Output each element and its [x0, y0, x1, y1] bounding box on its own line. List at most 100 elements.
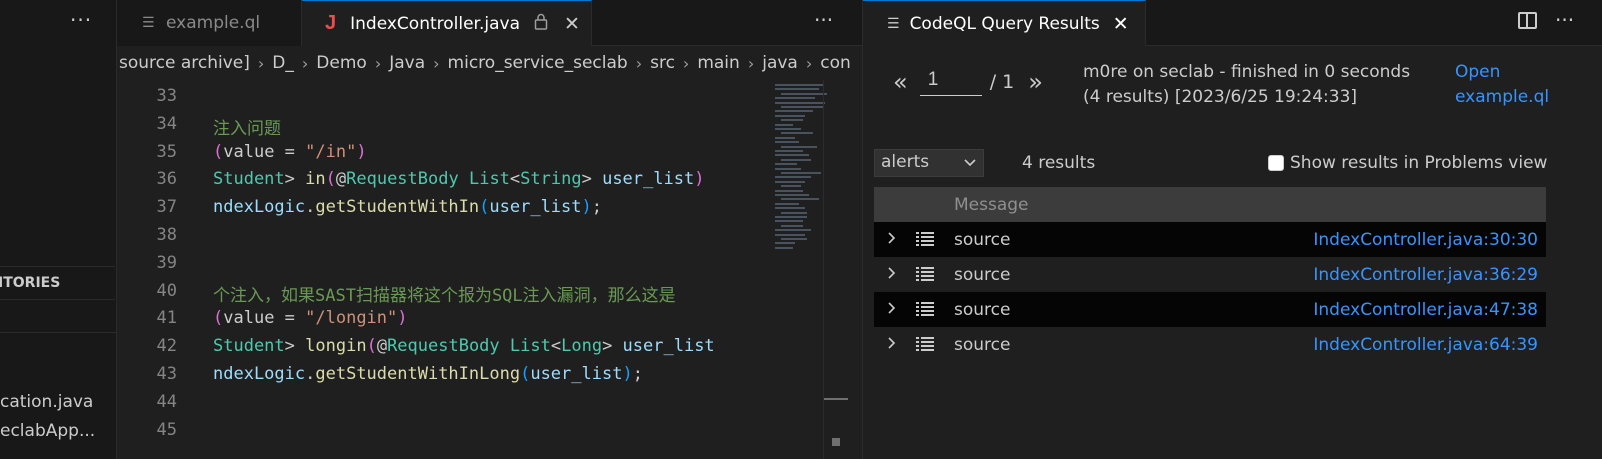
open-query-link-line[interactable]: Open	[1455, 60, 1549, 85]
code-line[interactable]: 34 注入问题	[117, 114, 772, 142]
table-row[interactable]: source IndexController.java:47:38	[874, 292, 1546, 327]
result-location-link[interactable]: IndexController.java:64:39	[1313, 335, 1538, 355]
breadcrumb-item[interactable]: micro_service_seclab	[448, 53, 628, 73]
preview-icon: ☰	[887, 15, 900, 32]
code-token: )	[694, 169, 705, 190]
code-line[interactable]: 33	[117, 86, 772, 114]
breadcrumb-item[interactable]: java	[762, 53, 798, 73]
editor-vertical-scrollbar[interactable]	[823, 80, 863, 459]
query-status-line: (4 results) [2023/6/25 19:24:33]	[1083, 87, 1358, 107]
line-number: 36	[156, 169, 177, 190]
breadcrumb-item[interactable]: Java	[389, 53, 425, 73]
sidebar-more-icon[interactable]: ···	[70, 8, 92, 32]
show-in-problems-toggle[interactable]: Show results in Problems view	[1268, 153, 1547, 173]
code-lines[interactable]: 33 34 注入问题 35 (value = "/in") 36 Student> in(@…	[117, 86, 772, 459]
code-line[interactable]: 35 (value = "/in")	[117, 142, 772, 170]
page-total: / 1	[989, 71, 1015, 93]
result-location-link[interactable]: IndexController.java:47:38	[1313, 300, 1538, 320]
minimap-line	[775, 167, 801, 170]
table-row[interactable]: source IndexController.java:64:39	[874, 327, 1546, 362]
line-text: Student> longin(@RequestBody List<Long> …	[213, 336, 715, 356]
code-token: @	[335, 169, 347, 190]
code-token: (	[479, 197, 490, 218]
code-line[interactable]: 41 (value = "/longin")	[117, 308, 772, 336]
breadcrumb-item[interactable]: source archive]	[119, 53, 250, 73]
code-line[interactable]: 37 ndexLogic.getStudentWithIn(user_list);	[117, 197, 772, 225]
sidebar-section-header[interactable]: ITORIES	[0, 266, 115, 300]
code-token: getStudentWithInLong	[315, 364, 521, 384]
chevron-right-icon[interactable]	[886, 265, 898, 285]
chevron-right-icon[interactable]	[886, 230, 898, 250]
next-page-icon[interactable]: »	[1028, 68, 1043, 96]
tab-codeql-query-results[interactable]: ☰ CodeQL Query Results ✕	[863, 0, 1146, 46]
result-location-link[interactable]: IndexController.java:30:30	[1313, 230, 1538, 250]
open-query-link[interactable]: Open example.ql	[1455, 60, 1549, 110]
minimap-line	[775, 216, 807, 218]
code-line[interactable]: 39	[117, 253, 772, 281]
code-line[interactable]: 40 个注入，如果SAST扫描器将这个报为SQL注入漏洞，那么这是	[117, 281, 772, 309]
tab-label: IndexController.java	[350, 13, 521, 34]
minimap-line	[781, 119, 803, 122]
code-line[interactable]: 42 Student> longin(@RequestBody List<Long…	[117, 336, 772, 364]
tab-index-controller[interactable]: J IndexController.java ✕	[302, 0, 592, 46]
open-query-link-line[interactable]: example.ql	[1455, 85, 1549, 110]
breadcrumb-item[interactable]: con	[820, 53, 851, 73]
column-header-message[interactable]: Message	[954, 195, 1029, 215]
code-token: )	[356, 141, 367, 162]
close-tab-icon[interactable]: ✕	[564, 13, 580, 35]
code-line[interactable]: 44	[117, 392, 772, 420]
code-token: List	[509, 336, 551, 357]
minimap-line	[775, 202, 799, 205]
chevron-right-icon: ›	[257, 53, 265, 73]
code-token: in	[305, 169, 326, 190]
breadcrumb-item[interactable]: Demo	[316, 53, 367, 73]
page-number-input[interactable]	[919, 68, 982, 96]
close-tab-icon[interactable]: ✕	[1113, 13, 1129, 35]
problems-checkbox[interactable]	[1268, 155, 1284, 171]
code-token: .	[305, 197, 316, 218]
scrollbar-thumb[interactable]	[832, 438, 840, 446]
query-status: m0re on seclab - finished in 0 seconds (…	[1083, 60, 1410, 110]
chevron-right-icon: ›	[301, 53, 309, 73]
line-number: 40	[156, 280, 177, 301]
breadcrumb-item[interactable]: src	[650, 53, 675, 73]
tab-label: example.ql	[166, 13, 261, 33]
minimap-line	[775, 189, 803, 192]
file-lines-icon: ☰	[142, 15, 155, 31]
line-text: ndexLogic.getStudentWithInLong(user_list…	[213, 364, 643, 384]
line-text: 个注入，如果SAST扫描器将这个报为SQL注入漏洞，那么这是	[213, 281, 676, 306]
code-line[interactable]: 38	[117, 225, 772, 253]
chevron-right-icon[interactable]	[886, 300, 898, 320]
breadcrumb-item[interactable]: D_	[272, 53, 294, 73]
table-row[interactable]: source IndexController.java:36:29	[874, 257, 1546, 292]
list-icon	[916, 302, 934, 316]
prev-page-icon[interactable]: «	[893, 68, 908, 96]
code-token: ndexLogic	[213, 197, 306, 218]
chevron-right-icon[interactable]	[886, 335, 898, 355]
code-line[interactable]: 45	[117, 420, 772, 448]
code-line[interactable]: 43 ndexLogic.getStudentWithInLong(user_li…	[117, 364, 772, 392]
results-more-actions-icon[interactable]: ···	[1555, 8, 1574, 32]
sidebar-file-item[interactable]: cation.java	[0, 392, 93, 412]
breadcrumb-item[interactable]: main	[697, 53, 739, 73]
minimap-line	[775, 136, 795, 139]
table-row[interactable]: source IndexController.java:30:30	[874, 222, 1546, 257]
editor-more-actions-icon[interactable]: ···	[814, 8, 833, 32]
result-location-link[interactable]: IndexController.java:36:29	[1313, 265, 1538, 285]
line-text: (value = "/longin")	[213, 308, 408, 328]
sidebar-file-item[interactable]: eclabApp...	[0, 421, 95, 441]
code-token: List	[468, 169, 510, 190]
split-editor-icon[interactable]	[1518, 12, 1537, 29]
minimap-line	[775, 220, 803, 223]
minimap-line	[775, 88, 819, 91]
result-set-select[interactable]: alerts	[874, 149, 984, 177]
tab-example-ql[interactable]: ☰ example.ql	[117, 0, 302, 46]
code-token: user_list	[530, 364, 623, 384]
list-icon	[916, 267, 934, 281]
results-table: Message source IndexController.java:30:30…	[874, 187, 1546, 362]
minimap[interactable]	[769, 80, 829, 459]
problems-checkbox-label[interactable]: Show results in Problems view	[1290, 153, 1547, 173]
code-token: 注入问题	[213, 118, 281, 139]
code-line[interactable]: 36 Student> in(@RequestBody List<String> …	[117, 169, 772, 197]
